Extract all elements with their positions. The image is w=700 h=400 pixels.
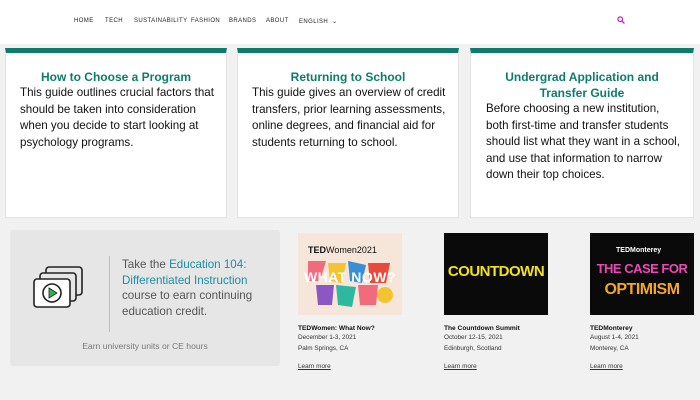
event-dates: August 1-4, 2021	[590, 334, 639, 341]
guide-card-choose-program[interactable]: How to Choose a Program This guide outli…	[5, 48, 227, 218]
promo-divider	[109, 256, 110, 332]
nav-item-about[interactable]: ABOUT	[266, 18, 289, 24]
nav-item-tech[interactable]: TECH	[105, 18, 123, 24]
top-nav: HOME TECH SUSTAINABILITY FASHION BRANDS …	[0, 0, 700, 44]
nav-item-home[interactable]: HOME	[74, 18, 94, 24]
promo-suffix: course to earn continuing education cred…	[122, 289, 253, 318]
guide-card-undergrad-transfer[interactable]: Undergrad Application and Transfer Guide…	[470, 48, 694, 218]
promo-footer: Earn university units or CE hours	[82, 341, 208, 351]
event-thumbnail[interactable]: TEDWomen2021 WHAT NOW?	[298, 233, 402, 315]
promo-text: Take the Education 104: Differentiated I…	[122, 257, 278, 319]
nav-item-brands[interactable]: BRANDS	[229, 18, 256, 24]
event-dates: October 12-15, 2021	[444, 334, 503, 341]
event-card-tedmonterey[interactable]: TEDMonterey THE CASE FOR OPTIMISM TEDMon…	[590, 233, 694, 373]
learn-more-link[interactable]: Learn more	[298, 363, 331, 370]
learn-more-link[interactable]: Learn more	[590, 363, 623, 370]
event-title[interactable]: TEDWomen: What Now?	[298, 324, 402, 333]
event-thumbnail-art: WHAT NOW?	[303, 269, 397, 285]
page: HOME TECH SUSTAINABILITY FASHION BRANDS …	[0, 0, 700, 400]
learn-more-link[interactable]: Learn more	[444, 363, 477, 370]
guide-card-title[interactable]: How to Choose a Program	[6, 69, 226, 85]
event-location: Edinburgh, Scotland	[444, 344, 502, 352]
guide-card-title[interactable]: Undergrad Application and Transfer Guide	[471, 69, 693, 101]
promo-prefix: Take the	[122, 258, 170, 271]
language-selector[interactable]: ENGLISH ⌄	[299, 18, 338, 25]
event-thumbnail-art: COUNTDOWN	[447, 263, 545, 280]
event-thumbnail-art-line: THE CASE FOR	[596, 261, 688, 276]
guide-card-body: Before choosing a new institution, both …	[486, 102, 680, 182]
event-title[interactable]: TEDMonterey	[590, 324, 694, 333]
language-label: ENGLISH	[299, 19, 329, 25]
event-location: Monterey, CA	[590, 344, 629, 352]
guide-card-body: This guide gives an overview of credit t…	[252, 86, 446, 149]
event-card-tedwomen[interactable]: TEDWomen2021 WHAT NOW? TEDWomen: What No…	[298, 233, 402, 373]
event-thumbnail-brand: TEDMonterey	[616, 247, 662, 254]
nav-item-fashion[interactable]: FASHION	[191, 18, 220, 24]
nav-item-sustainability[interactable]: SUSTAINABILITY	[134, 18, 188, 24]
event-dates: December 1-3, 2021	[298, 334, 357, 341]
event-card-countdown[interactable]: COUNTDOWN The Countdown Summit October 1…	[444, 233, 548, 373]
video-stack-icon	[33, 266, 83, 308]
event-thumbnail[interactable]: COUNTDOWN	[444, 233, 548, 315]
education-promo[interactable]: Take the Education 104: Differentiated I…	[10, 230, 280, 366]
event-location: Palm Springs, CA	[298, 344, 349, 352]
event-thumbnail-brand: TEDWomen2021	[308, 245, 377, 255]
guide-card-title[interactable]: Returning to School	[238, 69, 458, 85]
event-title[interactable]: The Countdown Summit	[444, 324, 548, 333]
event-thumbnail-art-line: OPTIMISM	[604, 281, 680, 298]
chevron-down-icon: ⌄	[332, 19, 338, 25]
guide-card-returning-to-school[interactable]: Returning to School This guide gives an …	[237, 48, 459, 218]
event-thumbnail[interactable]: TEDMonterey THE CASE FOR OPTIMISM	[590, 233, 694, 315]
guide-card-body: This guide outlines crucial factors that…	[20, 86, 214, 149]
search-icon[interactable]	[617, 16, 625, 24]
